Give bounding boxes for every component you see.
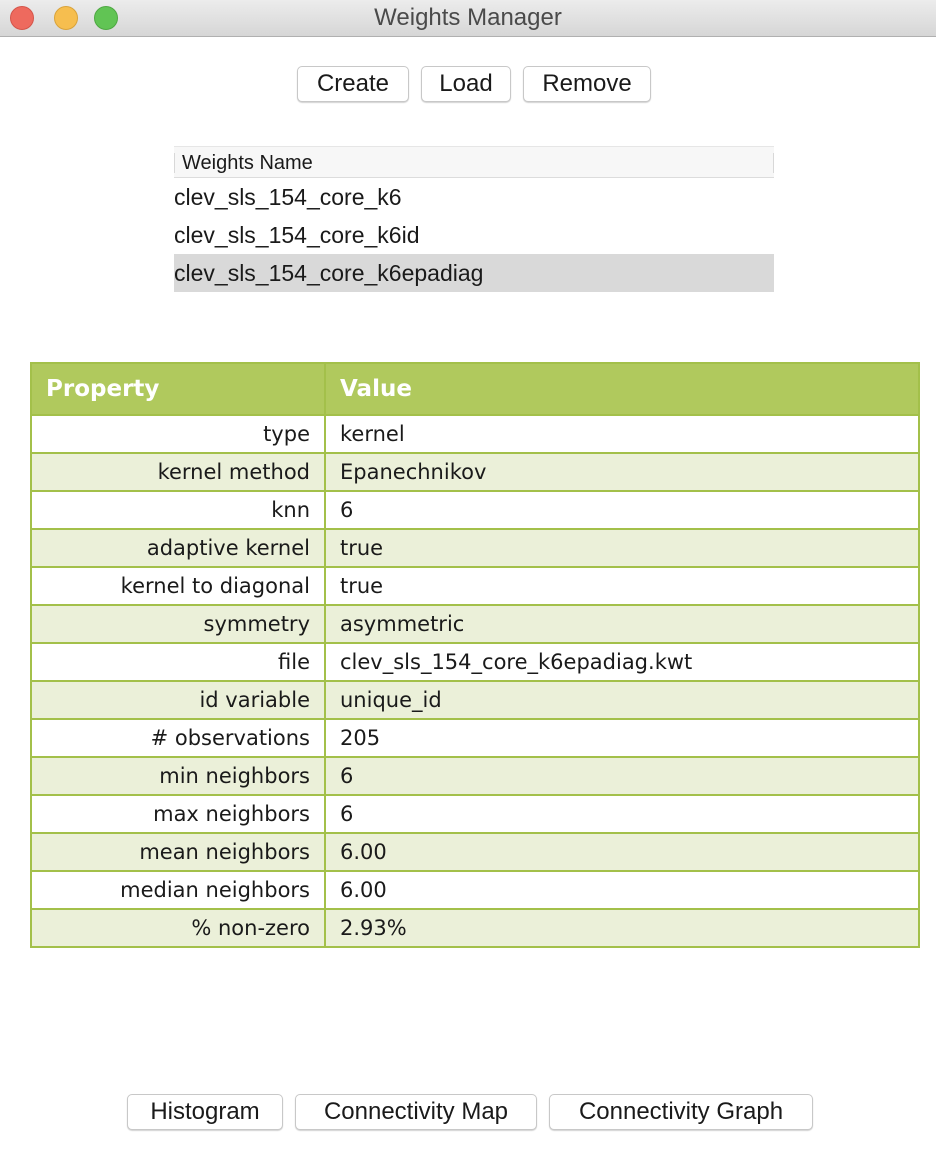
property-value: Epanechnikov — [324, 452, 920, 492]
property-name: kernel to diagonal — [30, 566, 326, 606]
property-column-header: Property — [30, 362, 326, 416]
create-button[interactable]: Create — [297, 66, 409, 102]
property-name: max neighbors — [30, 794, 326, 834]
weights-name-column-header[interactable]: Weights Name — [174, 146, 774, 178]
property-name: min neighbors — [30, 756, 326, 796]
property-value: 6.00 — [324, 870, 920, 910]
property-value: asymmetric — [324, 604, 920, 644]
window-title: Weights Manager — [374, 4, 562, 31]
weights-list-item[interactable]: clev_sls_154_core_k6 — [174, 178, 774, 216]
property-name: median neighbors — [30, 870, 326, 910]
property-row: adaptive kernel true — [30, 528, 920, 568]
property-row: min neighbors 6 — [30, 756, 920, 796]
property-row: kernel method Epanechnikov — [30, 452, 920, 492]
connectivity-map-button[interactable]: Connectivity Map — [295, 1094, 537, 1130]
property-name: adaptive kernel — [30, 528, 326, 568]
weights-list-item[interactable]: clev_sls_154_core_k6id — [174, 216, 774, 254]
property-row: file clev_sls_154_core_k6epadiag.kwt — [30, 642, 920, 682]
property-name: knn — [30, 490, 326, 530]
property-name: % non-zero — [30, 908, 326, 948]
property-value: kernel — [324, 414, 920, 454]
load-button[interactable]: Load — [421, 66, 511, 102]
property-row: knn 6 — [30, 490, 920, 530]
remove-button[interactable]: Remove — [523, 66, 651, 102]
property-row: kernel to diagonal true — [30, 566, 920, 606]
property-row: median neighbors 6.00 — [30, 870, 920, 910]
title-bar: Weights Manager — [0, 0, 936, 37]
property-name: symmetry — [30, 604, 326, 644]
connectivity-graph-button[interactable]: Connectivity Graph — [549, 1094, 813, 1130]
property-name: kernel method — [30, 452, 326, 492]
histogram-button[interactable]: Histogram — [127, 1094, 283, 1130]
property-value: 2.93% — [324, 908, 920, 948]
weights-list[interactable]: Weights Name clev_sls_154_core_k6 clev_s… — [174, 146, 774, 292]
properties-header-row: Property Value — [30, 362, 920, 416]
value-column-header: Value — [324, 362, 920, 416]
property-row: mean neighbors 6.00 — [30, 832, 920, 872]
property-name: type — [30, 414, 326, 454]
property-value: 205 — [324, 718, 920, 758]
property-value: unique_id — [324, 680, 920, 720]
property-name: id variable — [30, 680, 326, 720]
property-name: mean neighbors — [30, 832, 326, 872]
property-value: true — [324, 528, 920, 568]
property-value: 6 — [324, 794, 920, 834]
property-value: 6.00 — [324, 832, 920, 872]
property-name: file — [30, 642, 326, 682]
property-row: # observations 205 — [30, 718, 920, 758]
property-row: max neighbors 6 — [30, 794, 920, 834]
property-value: true — [324, 566, 920, 606]
property-name: # observations — [30, 718, 326, 758]
properties-table: Property Value type kernel kernel method Ep… — [30, 362, 920, 948]
property-row: symmetry asymmetric — [30, 604, 920, 644]
property-value: clev_sls_154_core_k6epadiag.kwt — [324, 642, 920, 682]
property-value: 6 — [324, 490, 920, 530]
property-value: 6 — [324, 756, 920, 796]
weights-list-item-selected[interactable]: clev_sls_154_core_k6epadiag — [174, 254, 774, 292]
property-row: id variable unique_id — [30, 680, 920, 720]
property-row: type kernel — [30, 414, 920, 454]
property-row: % non-zero 2.93% — [30, 908, 920, 948]
